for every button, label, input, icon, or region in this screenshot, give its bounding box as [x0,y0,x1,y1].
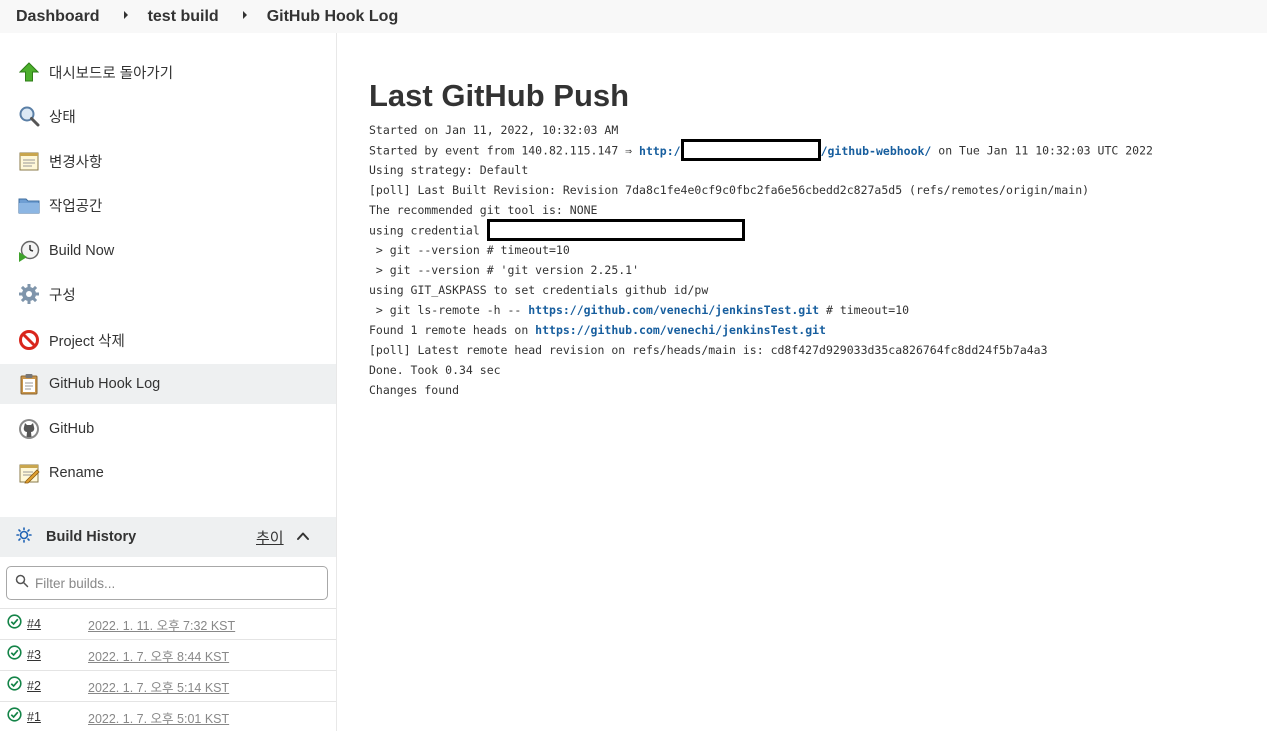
main-content: Last GitHub Push Started on Jan 11, 2022… [369,78,1249,400]
log-text: on Tue Jan 11 10:32:03 UTC 2022 [931,143,1153,158]
log-text: Started by event from 140.82.115.147 ⇒ [369,143,640,158]
github-icon [18,418,40,440]
sidebar-item-label: 작업공간 [49,198,103,215]
build-number-link[interactable]: #1 [27,710,83,724]
breadcrumb-current[interactable]: GitHub Hook Log [267,8,399,26]
sidebar-item-github[interactable]: GitHub [0,409,336,449]
repo-link[interactable]: https://github.com/venechi/jenkinsTest.g… [535,323,826,337]
log-line: [poll] Latest remote head revision on re… [369,343,1048,357]
build-row: #2 2022. 1. 7. 오후 5:14 KST [0,670,336,701]
search-icon [15,574,29,593]
log-line: The recommended git tool is: NONE [369,203,598,217]
repo-link[interactable]: https://github.com/venechi/jenkinsTest.g… [528,303,819,317]
folder-icon [18,194,40,216]
log-line: Started by event from 140.82.115.147 ⇒ h… [369,139,1249,161]
chevron-up-icon[interactable] [296,529,310,543]
log-line: > git --version # timeout=10 [369,243,570,257]
filter-builds-input[interactable] [35,575,315,591]
log-text: > git ls-remote -h -- [369,303,529,317]
success-check-icon [7,614,22,634]
sidebar-item-github-hook-log[interactable]: GitHub Hook Log [0,364,336,404]
webhook-link-start: http:/ [639,143,681,158]
clipboard-icon [18,373,40,395]
sidebar-item-back-to-dashboard[interactable]: 대시보드로 돌아가기 [0,52,336,92]
build-number-link[interactable]: #3 [27,648,83,662]
breadcrumb-separator-icon[interactable] [242,10,247,19]
success-check-icon [7,645,22,665]
build-date-link[interactable]: 2022. 1. 11. 오후 7:32 KST [88,615,235,634]
build-date-link[interactable]: 2022. 1. 7. 오후 5:14 KST [88,677,229,696]
sidebar-item-label: 상태 [49,109,76,126]
sidebar-item-label: Project 삭제 [49,333,125,350]
sidebar-item-label: GitHub Hook Log [49,376,161,392]
breadcrumb-dashboard[interactable]: Dashboard [16,8,100,26]
sidebar-item-rename[interactable]: Rename [0,453,336,493]
sidebar: 대시보드로 돌아가기 상태 변경사항 작업공간 Build Now 구성 Pro… [0,33,337,731]
no-entry-icon [18,329,40,351]
build-number-link[interactable]: #4 [27,617,83,631]
log-line: Found 1 remote heads on https://github.c… [369,320,1249,340]
up-arrow-icon [18,61,40,83]
log-line: using GIT_ASKPASS to set credentials git… [369,283,709,297]
sidebar-item-delete-project[interactable]: Project 삭제 [0,320,336,360]
sidebar-item-label: 변경사항 [49,154,103,171]
breadcrumb-job[interactable]: test build [148,8,219,26]
hook-log: Started on Jan 11, 2022, 10:32:03 AM Sta… [369,120,1249,400]
sidebar-item-configure[interactable]: 구성 [0,274,336,314]
sidebar-item-label: Rename [49,465,104,481]
log-text: using credential [369,223,487,238]
log-line: using credential [369,219,1249,241]
page-title: Last GitHub Push [369,78,630,113]
log-line: > git ls-remote -h -- https://github.com… [369,300,1249,320]
redacted-box [486,219,745,241]
log-line: Started on Jan 11, 2022, 10:32:03 AM [369,123,619,137]
trend-link[interactable]: 추이 [256,527,284,548]
log-line: Using strategy: Default [369,163,529,177]
webhook-link-end: /github-webhook/ [820,143,932,158]
sidebar-item-label: GitHub [49,421,95,437]
redacted-box [680,139,821,161]
webhook-link[interactable]: http:/ /github-webhook/ [639,139,932,161]
sidebar-item-label: 대시보드로 돌아가기 [49,65,174,82]
gear-icon [18,283,40,305]
build-date-link[interactable]: 2022. 1. 7. 오후 8:44 KST [88,646,229,665]
build-history-title: Build History [46,529,137,545]
build-row: #1 2022. 1. 7. 오후 5:01 KST [0,701,336,731]
log-text: Found 1 remote heads on [369,323,536,337]
build-date-link[interactable]: 2022. 1. 7. 오후 5:01 KST [88,708,229,727]
build-history-icon [16,526,32,548]
filter-builds-field[interactable] [6,566,328,600]
success-check-icon [7,707,22,727]
sidebar-item-label: Build Now [49,243,115,259]
build-row: #4 2022. 1. 11. 오후 7:32 KST [0,608,336,639]
build-history-header: Build History 추이 [0,517,336,557]
notepad-pencil-icon [18,462,40,484]
notepad-icon [18,150,40,172]
log-line: [poll] Last Built Revision: Revision 7da… [369,183,1090,197]
sidebar-item-build-now[interactable]: Build Now [0,231,336,271]
log-text: # timeout=10 [819,303,910,317]
magnifier-icon [18,105,40,127]
breadcrumb: Dashboard test build GitHub Hook Log [0,0,1267,33]
breadcrumb-separator-icon[interactable] [123,10,128,19]
clock-play-icon [18,240,40,262]
build-number-link[interactable]: #2 [27,679,83,693]
sidebar-item-changes[interactable]: 변경사항 [0,141,336,181]
log-line: Changes found [369,383,460,397]
build-row: #3 2022. 1. 7. 오후 8:44 KST [0,639,336,670]
sidebar-item-label: 구성 [49,287,76,304]
sidebar-item-workspace[interactable]: 작업공간 [0,185,336,225]
log-line: > git --version # 'git version 2.25.1' [369,263,640,277]
sidebar-item-status[interactable]: 상태 [0,96,336,136]
log-line: Done. Took 0.34 sec [369,363,501,377]
success-check-icon [7,676,22,696]
